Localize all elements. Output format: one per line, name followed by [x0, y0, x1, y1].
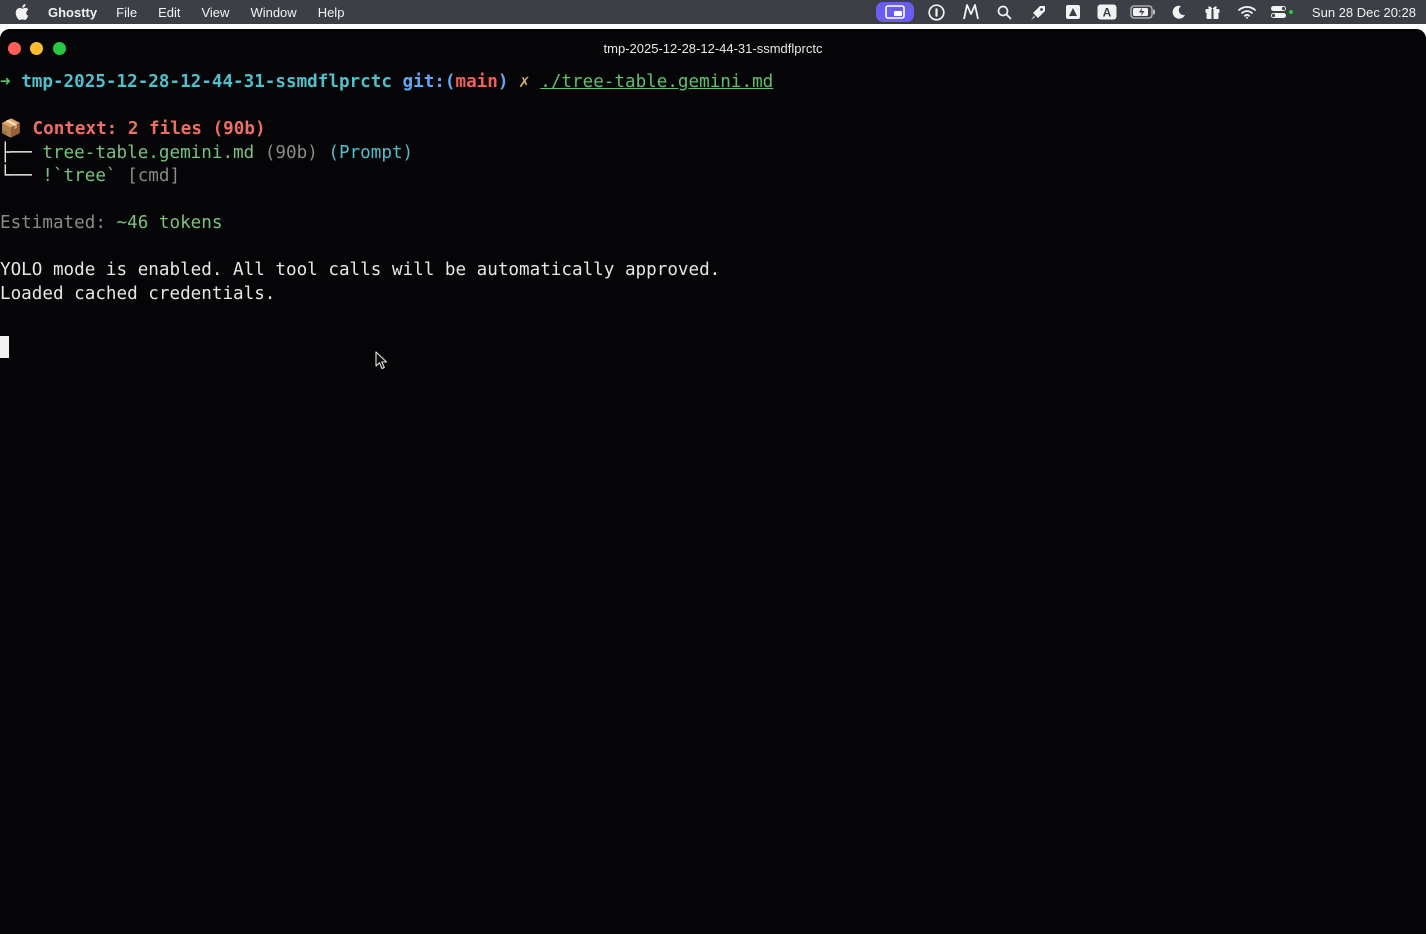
yolo-message: YOLO mode is enabled. All tool calls wil…: [0, 260, 721, 280]
context-entry-name: !`tree`: [42, 166, 117, 186]
prompt-git-branch: main: [455, 72, 498, 92]
monitor-control-icon[interactable]: [1062, 3, 1084, 21]
rocket-icon[interactable]: [1028, 3, 1050, 21]
gift-icon[interactable]: [1202, 3, 1224, 21]
token-estimate: Estimated: ~46 tokens: [0, 212, 222, 236]
prompt-dirty-mark: ✗: [519, 72, 530, 92]
terminal-cursor: [0, 336, 9, 358]
credentials-message: Loaded cached credentials.: [0, 283, 276, 304]
context-entry-tag: (Prompt): [328, 142, 414, 163]
control-center-icon[interactable]: [1270, 3, 1296, 21]
window-title: tmp-2025-12-28-12-44-31-ssmdflprctc: [603, 41, 823, 56]
menubar-clock[interactable]: Sun 28 Dec 20:28: [1312, 5, 1416, 20]
menu-edit[interactable]: Edit: [158, 5, 180, 20]
context-header: 📦 Context: 2 files (90b): [0, 118, 266, 142]
wifi-icon[interactable]: [1236, 3, 1258, 21]
context-entry: └── !`tree` [cmd]: [0, 165, 180, 189]
window-titlebar[interactable]: tmp-2025-12-28-12-44-31-ssmdflprctc: [0, 29, 1426, 69]
context-entry-size: (90b): [264, 142, 318, 163]
terminal-window[interactable]: tmp-2025-12-28-12-44-31-ssmdflprctc ➜ tm…: [0, 29, 1426, 934]
context-label: Context: 2 files (90b): [32, 119, 266, 139]
prompt-arrow-icon: ➜: [0, 72, 11, 92]
menu-help[interactable]: Help: [318, 5, 345, 20]
apple-logo-icon[interactable]: [14, 4, 30, 20]
estimate-value: ~46 tokens: [116, 213, 223, 233]
prompt-directory: tmp-2025-12-28-12-44-31-ssmdflprctc: [21, 72, 392, 92]
context-entry-tag: [cmd]: [127, 166, 181, 186]
menu-file[interactable]: File: [116, 5, 137, 20]
context-entry-name: tree-table.gemini.md: [42, 142, 255, 163]
menu-window[interactable]: Window: [250, 5, 296, 20]
tree-branch: └──: [0, 166, 43, 186]
spotlight-icon[interactable]: [994, 3, 1016, 21]
prompt-git-prefix: git:(: [402, 72, 456, 92]
context-entry: ├── tree-table.gemini.md (90b) (Prompt): [0, 142, 413, 166]
terminal-output[interactable]: ➜ tmp-2025-12-28-12-44-31-ssmdflprctc gi…: [0, 69, 1426, 934]
battery-icon[interactable]: [1130, 3, 1156, 21]
menu-app-ghostty[interactable]: Ghostty: [48, 5, 97, 20]
mimestream-icon[interactable]: [960, 3, 982, 21]
input-source-label: A: [1103, 6, 1112, 20]
prompt-git-suffix: ): [497, 72, 509, 92]
tree-branch: ├──: [0, 142, 43, 163]
input-source-icon[interactable]: A: [1096, 3, 1118, 21]
menu-bar: Ghostty File Edit View Window Help A Sun…: [0, 0, 1426, 24]
estimate-label: Estimated:: [0, 213, 117, 233]
1password-icon[interactable]: [926, 3, 948, 21]
prompt-command: ./tree-table.gemini.md: [540, 72, 774, 92]
menu-view[interactable]: View: [201, 5, 229, 20]
screen-share-icon[interactable]: [875, 2, 914, 22]
prompt-line: ➜ tmp-2025-12-28-12-44-31-ssmdflprctc gi…: [0, 71, 773, 95]
package-icon: 📦: [0, 119, 22, 139]
focus-moon-icon[interactable]: [1168, 3, 1190, 21]
mouse-pointer-icon: [311, 327, 388, 401]
